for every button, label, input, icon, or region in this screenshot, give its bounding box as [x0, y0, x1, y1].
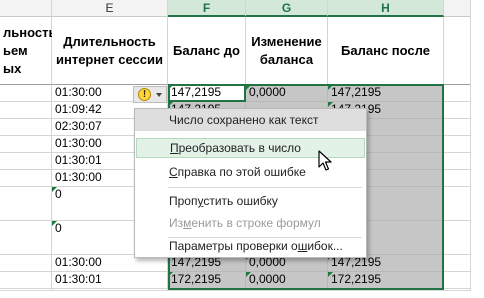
column-header-e[interactable]: E	[52, 0, 168, 17]
error-check-button[interactable]: !	[133, 86, 167, 103]
menu-item-label-post: енить в строке формул	[191, 216, 321, 230]
cell-i[interactable]	[444, 85, 470, 102]
column-header-g[interactable]: G	[246, 0, 328, 17]
chevron-down-icon	[156, 93, 162, 97]
menu-item-ignore-error[interactable]: Пропустить ошибку	[136, 191, 365, 211]
error-indicator-triangle	[246, 85, 251, 90]
cell-balance-after[interactable]: 147,2195	[328, 85, 444, 102]
cell-i[interactable]	[444, 255, 470, 272]
cell-i[interactable]	[444, 170, 470, 187]
cell-d[interactable]	[0, 255, 52, 272]
column-header-d[interactable]	[0, 0, 52, 17]
header-cell-balance-change[interactable]: Изменение баланса	[246, 17, 328, 85]
warning-icon: !	[138, 88, 151, 101]
menu-item-label-post: реобразовать в число	[178, 141, 301, 155]
menu-item-label-post: правка по этой ошибке	[177, 165, 306, 179]
cell-i[interactable]	[444, 221, 470, 255]
mouse-pointer-icon	[318, 150, 332, 171]
error-indicator-triangle	[246, 289, 251, 290]
error-indicator-triangle	[52, 187, 57, 192]
cell-d[interactable]	[0, 119, 52, 136]
column-header-f[interactable]: F	[168, 0, 246, 17]
menu-item-accelerator: ш	[297, 239, 308, 253]
cell-duration[interactable]: 01:30:00	[52, 289, 168, 290]
header-cell-balance-before[interactable]: Баланс до	[168, 17, 246, 85]
cell-i[interactable]	[444, 119, 470, 136]
cell-i[interactable]	[444, 272, 470, 289]
menu-item-accelerator: С	[169, 165, 178, 179]
error-indicator-triangle	[246, 272, 251, 277]
menu-separator	[168, 187, 362, 188]
error-indicator-triangle	[328, 85, 333, 90]
cell-d[interactable]	[0, 153, 52, 170]
cell-d[interactable]	[0, 170, 52, 187]
error-indicator-triangle	[168, 289, 173, 290]
menu-item-label-pre: Проп	[169, 194, 198, 208]
header-cell-i[interactable]	[444, 17, 470, 85]
menu-item-label-post: стить ошибку	[203, 194, 278, 208]
header-cell-duration[interactable]: Длительность интернет сессии	[52, 17, 168, 85]
cell-balance-change[interactable]: 0,0000	[246, 272, 328, 289]
error-indicator-triangle	[168, 272, 173, 277]
cell-balance-before[interactable]: 172,2195	[168, 272, 246, 289]
cell-balance-after[interactable]: 172,2195	[328, 289, 444, 290]
menu-item-accelerator: П	[170, 141, 179, 155]
cell-i[interactable]	[444, 153, 470, 170]
error-indicator-triangle	[328, 102, 333, 107]
error-indicator-triangle	[328, 272, 333, 277]
cell-balance-change[interactable]: 0,0000	[246, 289, 328, 290]
column-header-i[interactable]	[444, 0, 470, 17]
cell-i[interactable]	[444, 136, 470, 153]
cell-d[interactable]	[0, 102, 52, 119]
cell-d[interactable]	[0, 272, 52, 289]
cell-balance-before[interactable]: 172,2195	[168, 289, 246, 290]
cell-d[interactable]	[0, 187, 52, 221]
menu-header-number-stored-as-text: Число сохранено как текст	[135, 109, 366, 131]
menu-item-edit-in-formula-bar: Изменить в строке формул	[136, 213, 365, 233]
menu-item-label-pre: Параметры проверки о	[169, 239, 298, 253]
cell-balance-after[interactable]: 172,2195	[328, 272, 444, 289]
cell-i[interactable]	[444, 289, 470, 290]
error-indicator-triangle	[52, 221, 57, 226]
error-indicator-triangle	[168, 102, 173, 107]
error-context-menu: Число сохранено как текст Преобразовать …	[134, 108, 367, 258]
cell-d[interactable]	[0, 221, 52, 255]
header-cell-balance-after[interactable]: Баланс после	[328, 17, 444, 85]
cell-d[interactable]	[0, 289, 52, 290]
menu-item-label-pre: Из	[169, 216, 184, 230]
active-cell[interactable]	[168, 84, 246, 102]
cell-balance-change[interactable]: 0,0000	[246, 85, 328, 102]
column-header-h[interactable]: H	[328, 0, 444, 17]
menu-item-label-post: ибок...	[307, 239, 343, 253]
cell-d[interactable]	[0, 85, 52, 102]
error-indicator-triangle	[328, 289, 333, 290]
cell-i[interactable]	[444, 102, 470, 119]
cell-duration[interactable]: 01:30:01	[52, 272, 168, 289]
cell-d[interactable]	[0, 136, 52, 153]
menu-item-error-checking-options[interactable]: Параметры проверки ошибок...	[136, 236, 365, 256]
cell-i[interactable]	[444, 187, 470, 221]
header-cell-d[interactable]: льность ьем ых	[0, 17, 56, 85]
